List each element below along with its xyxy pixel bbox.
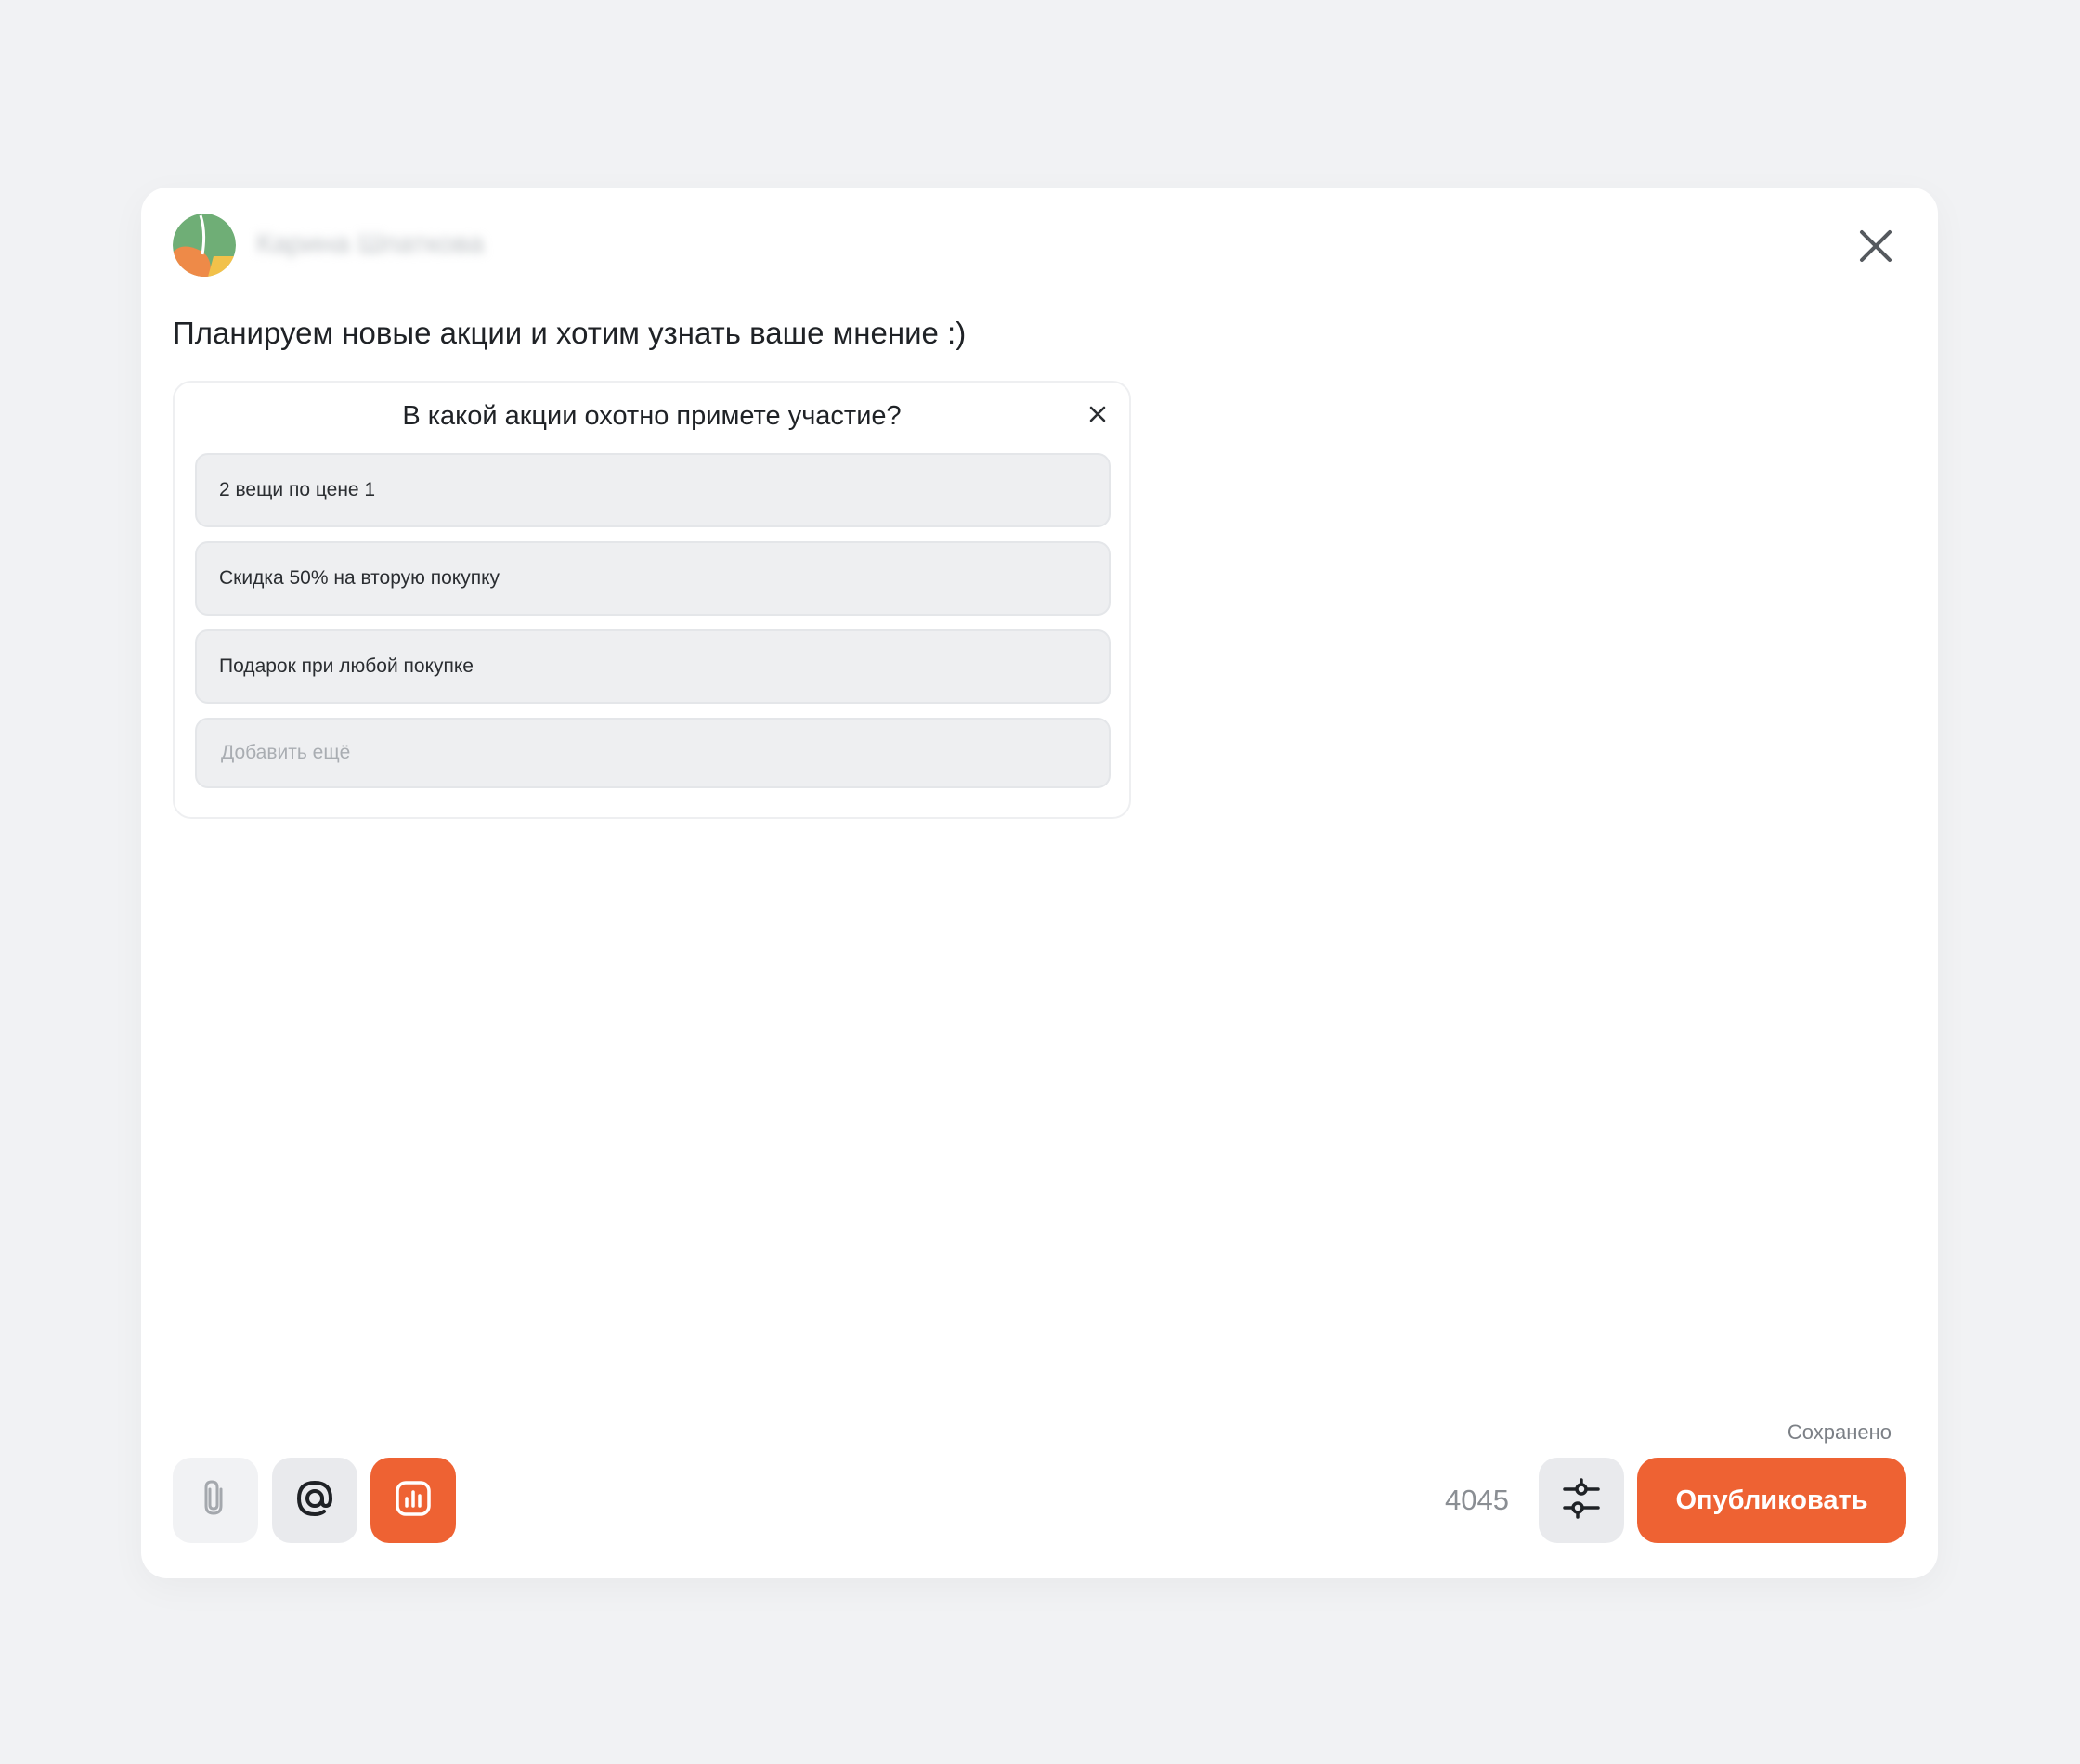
poll-option-label: 2 вещи по цене 1	[219, 479, 376, 500]
poll-card: В какой акции охотно примете участие? 2 …	[173, 381, 1131, 819]
avatar	[173, 214, 236, 277]
poll-option-label: Скидка 50% на вторую покупку	[219, 567, 500, 589]
at-sign-icon	[294, 1478, 335, 1524]
mention-button[interactable]	[272, 1458, 358, 1543]
post-composer-modal: Карина Шпаткова Планируем новые акции и …	[141, 188, 1938, 1578]
poll-option[interactable]: Скидка 50% на вторую покупку	[195, 541, 1111, 616]
save-status: Сохранено	[1787, 1420, 1892, 1444]
poll-question[interactable]: В какой акции охотно примете участие?	[175, 401, 1129, 432]
publish-button[interactable]: Опубликовать	[1637, 1458, 1906, 1543]
paperclip-icon	[197, 1478, 234, 1524]
attach-button[interactable]	[173, 1458, 258, 1543]
poll-chart-icon	[393, 1478, 434, 1524]
poll-option[interactable]: 2 вещи по цене 1	[195, 453, 1111, 527]
add-option-field[interactable]	[195, 718, 1111, 788]
char-counter: 4045	[1445, 1484, 1509, 1516]
close-icon[interactable]	[1085, 401, 1111, 427]
poll-option-label: Подарок при любой покупке	[219, 655, 474, 677]
close-icon[interactable]	[1854, 225, 1897, 267]
poll-button[interactable]	[370, 1458, 456, 1543]
add-option-input[interactable]	[219, 741, 1109, 765]
author-name: Карина Шпаткова	[256, 228, 485, 259]
sliders-icon	[1561, 1476, 1602, 1525]
post-text[interactable]: Планируем новые акции и хотим узнать ваш…	[173, 316, 966, 351]
settings-button[interactable]	[1539, 1458, 1624, 1543]
poll-option[interactable]: Подарок при любой покупке	[195, 629, 1111, 704]
